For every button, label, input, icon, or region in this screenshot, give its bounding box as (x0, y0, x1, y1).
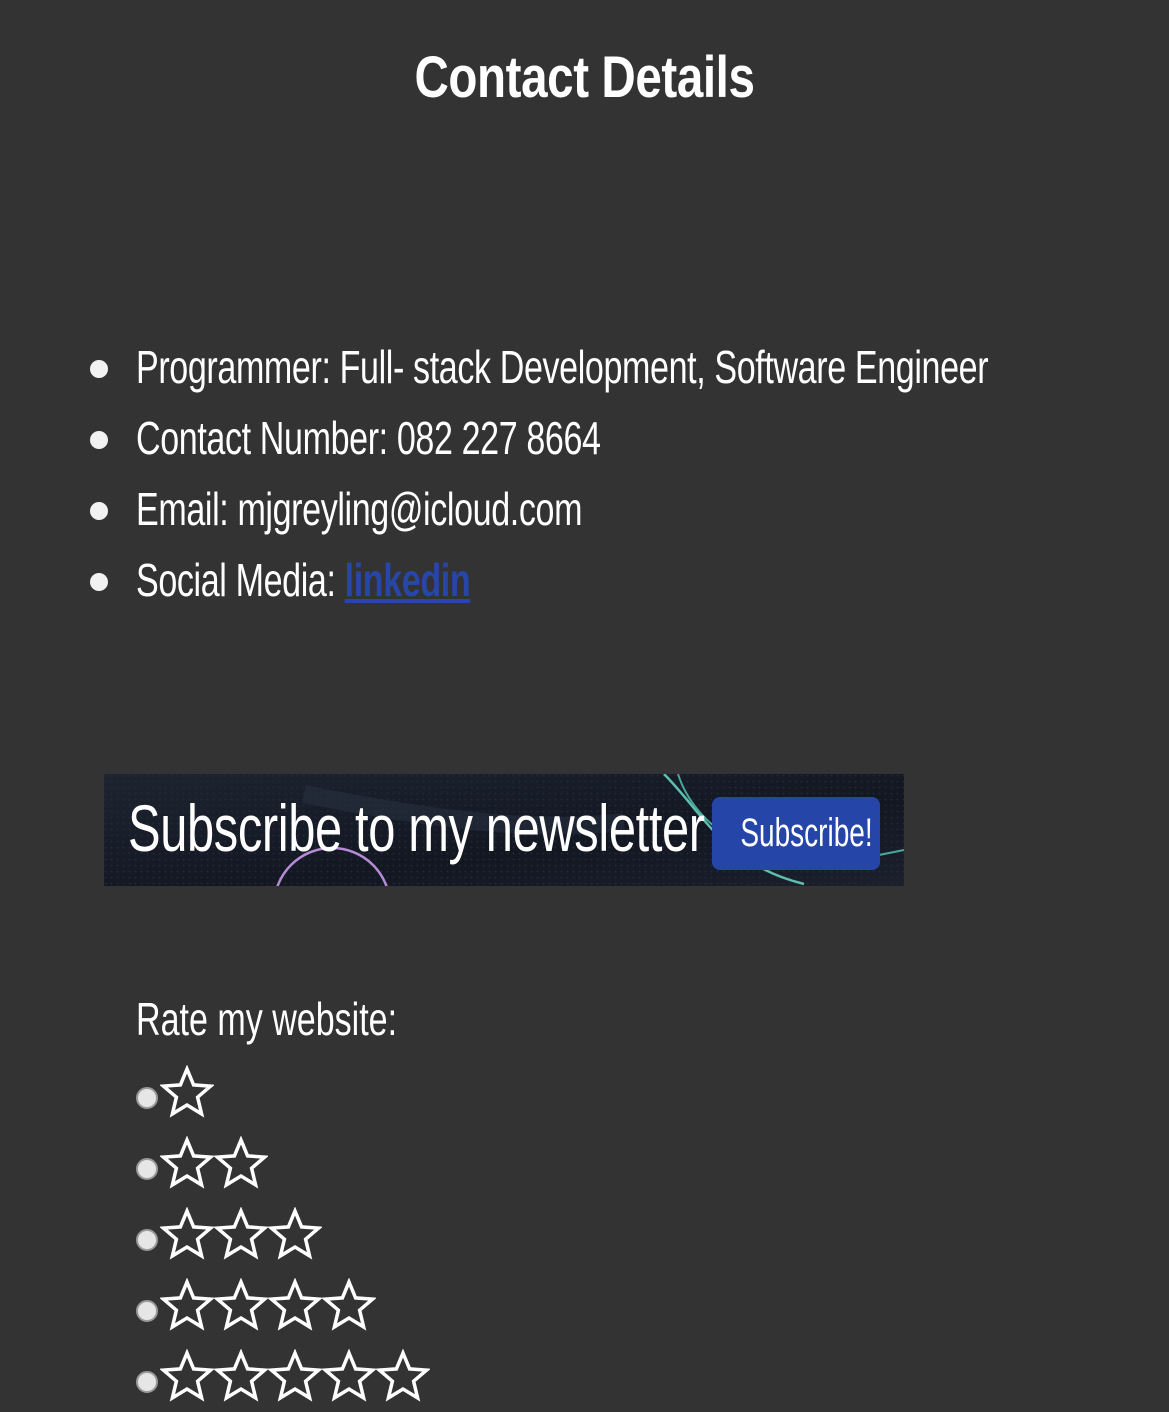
email-text: Email: mjgreyling@icloud.com (136, 483, 583, 535)
star-outline-icon (214, 1349, 268, 1402)
star-outline-icon (376, 1349, 430, 1402)
page-title: Contact Details (414, 45, 755, 110)
newsletter-heading: Subscribe to my newsletter (128, 791, 705, 865)
star-outline-icon (160, 1278, 214, 1331)
rating-option-2[interactable] (136, 1133, 268, 1193)
rating-option-1[interactable] (136, 1062, 214, 1122)
subscribe-button-label: Subscribe! (740, 811, 873, 855)
rating-radio-4[interactable] (136, 1300, 158, 1322)
rating-radio-3[interactable] (136, 1229, 158, 1251)
star-outline-icon (160, 1207, 214, 1260)
linkedin-link[interactable]: linkedin (345, 554, 471, 606)
rating-stars (160, 1349, 430, 1403)
star-outline-icon (214, 1207, 268, 1260)
rating-radio-5[interactable] (136, 1371, 158, 1393)
star-outline-icon (160, 1349, 214, 1402)
role-text: Programmer: Full- stack Development, Sof… (136, 341, 989, 393)
bullet-icon (90, 573, 108, 591)
star-outline-icon (214, 1278, 268, 1331)
rating-stars (160, 1278, 376, 1332)
star-outline-icon (322, 1349, 376, 1402)
star-outline-icon (160, 1065, 214, 1118)
rating-option-3[interactable] (136, 1204, 322, 1264)
star-outline-icon (160, 1136, 214, 1189)
rating-radio-2[interactable] (136, 1158, 158, 1180)
star-outline-icon (268, 1207, 322, 1260)
star-outline-icon (268, 1349, 322, 1402)
phone-text: Contact Number: 082 227 8664 (136, 412, 601, 464)
rating-stars (160, 1065, 214, 1119)
rating-option-5[interactable] (136, 1346, 430, 1406)
bullet-icon (90, 502, 108, 520)
rating-stars (160, 1207, 322, 1261)
social-media-row: Social Media: linkedin (136, 549, 471, 611)
rating-stars (160, 1136, 268, 1190)
star-outline-icon (322, 1278, 376, 1331)
bullet-icon (90, 360, 108, 378)
social-media-label: Social Media: (136, 554, 345, 606)
newsletter-banner: Subscribe to my newsletter Subscribe! (104, 774, 904, 886)
rating-option-4[interactable] (136, 1275, 376, 1335)
subscribe-button[interactable]: Subscribe! (712, 797, 880, 870)
rating-radio-1[interactable] (136, 1087, 158, 1109)
star-outline-icon (214, 1136, 268, 1189)
star-outline-icon (268, 1278, 322, 1331)
bullet-icon (90, 431, 108, 449)
rating-label: Rate my website: (136, 993, 398, 1045)
